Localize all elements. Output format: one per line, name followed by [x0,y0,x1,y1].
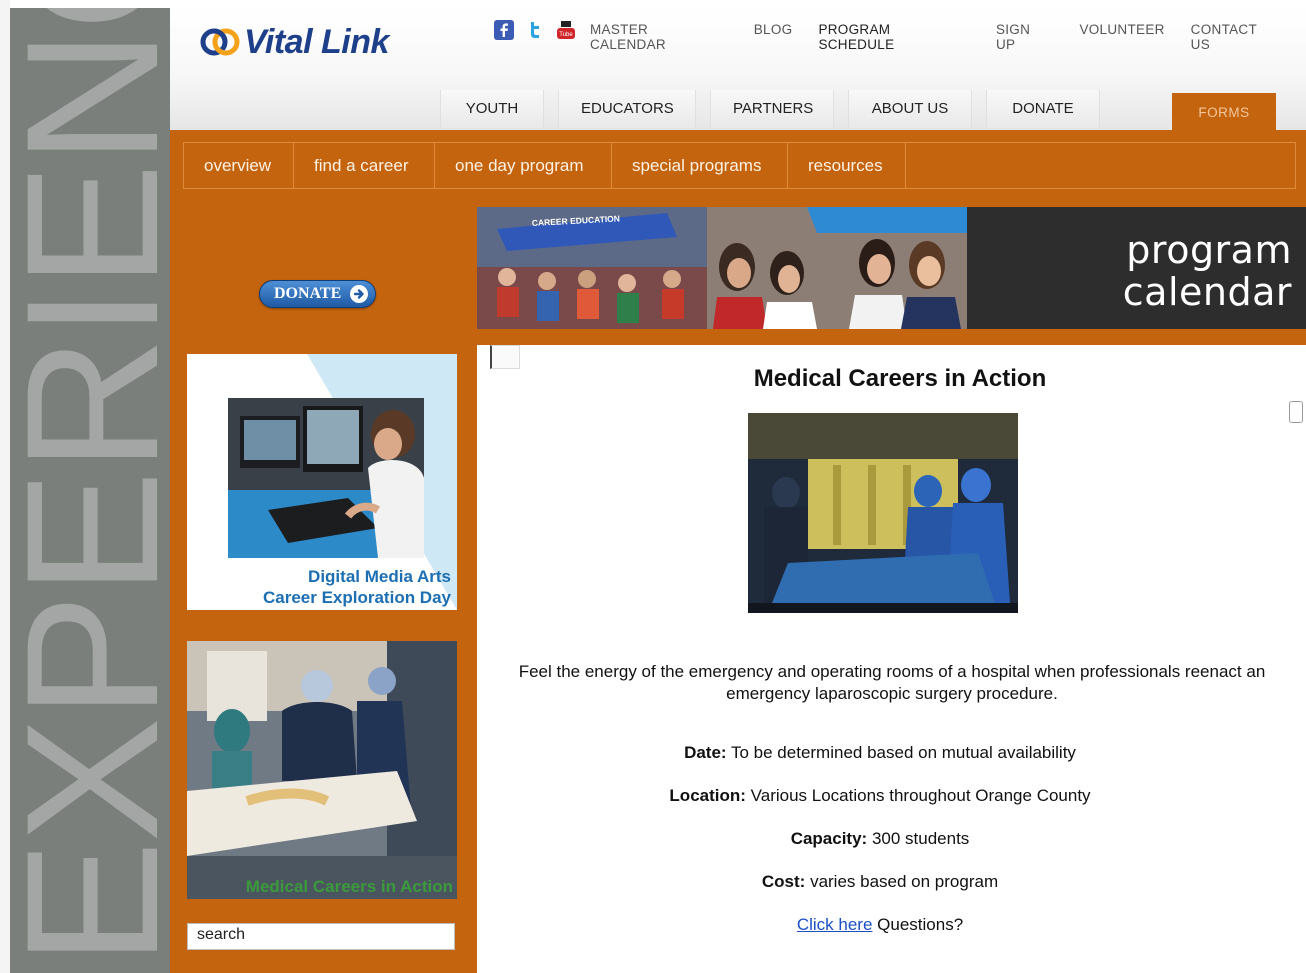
tab-educators[interactable]: EDUCATORS [558,90,696,128]
subnav-find-a-career[interactable]: find a career [294,143,435,188]
detail-cost: Cost: varies based on program [477,872,1283,892]
tab-donate[interactable]: DONATE [986,90,1100,128]
detail-cost-label: Cost: [761,872,806,891]
program-detail: Medical Careers in Action Feel the energ… [477,345,1306,973]
svg-text:Tube: Tube [559,32,573,38]
side-decorative-band: EXPERIENCE [10,8,170,973]
utility-link-program-schedule[interactable]: PROGRAM SCHEDULE [818,22,970,52]
promo-card-medical-careers[interactable]: Medical Careers in Action [187,641,457,899]
detail-location-value: Various Locations throughout Orange Coun… [750,786,1091,805]
donate-button-label: DONATE [274,285,342,302]
utility-link-sign-up[interactable]: SIGN UP [996,22,1054,52]
card1-caption-line2: Career Exploration Day [262,588,451,607]
tab-youth[interactable]: YOUTH [440,90,544,128]
questions-line: Click here Questions? [477,915,1283,935]
tab-partners[interactable]: PARTNERS [710,90,834,128]
logo-text: Vital Link [244,22,389,61]
medical-careers-photo [187,641,457,899]
main-tabs: YOUTH EDUCATORS PARTNERS ABOUT US DONATE [440,90,1114,128]
detail-location-label: Location: [669,786,746,805]
card1-caption-line1: Digital Media Arts [308,567,451,586]
subnav-overview[interactable]: overview [184,143,294,188]
detail-capacity: Capacity: 300 students [477,829,1283,849]
digital-media-photo [228,398,424,558]
page: EXPERIENCE Vital Link Tube [0,0,1306,973]
section-subnav: overview find a career one day program s… [183,142,1296,189]
facebook-icon[interactable] [494,20,514,40]
site-header: Vital Link Tube MASTER CALENDAR BLOG PRO… [170,8,1306,138]
social-links: Tube [494,20,576,40]
utility-nav: MASTER CALENDAR BLOG PROGRAM SCHEDULE SI… [590,22,1306,52]
banner-title-line1: program [1126,228,1292,272]
search-input[interactable]: search [187,923,455,950]
banner-title-line2: calendar [1122,270,1292,314]
promo-card-digital-media[interactable]: Digital Media Arts Career Exploration Da… [187,354,457,610]
click-here-link[interactable]: Click here [797,915,873,934]
card1-caption: Digital Media Arts Career Exploration Da… [263,566,451,608]
utility-link-master-calendar[interactable]: MASTER CALENDAR [590,22,728,52]
subnav-one-day-program[interactable]: one day program [435,143,612,188]
tab-about-us[interactable]: ABOUT US [848,90,972,128]
subnav-special-programs[interactable]: special programs [612,143,788,188]
detail-date: Date: To be determined based on mutual a… [477,743,1283,763]
youtube-icon[interactable]: Tube [556,20,576,40]
utility-link-volunteer[interactable]: VOLUNTEER [1079,22,1164,52]
detail-capacity-value: 300 students [871,829,970,848]
donate-button[interactable]: DONATE [259,280,376,308]
arrow-right-icon [350,285,368,303]
program-calendar-banner: CAREER EDUCATION program calendar [477,207,1306,329]
detail-cost-value: varies based on program [810,872,999,891]
program-description: Feel the energy of the emergency and ope… [518,662,1266,703]
detail-date-label: Date: [684,743,727,762]
page-edge [0,0,10,973]
subnav-resources[interactable]: resources [788,143,906,188]
utility-link-contact-us[interactable]: CONTACT US [1191,22,1280,52]
banner-title: program calendar [1123,229,1292,313]
detail-location: Location: Various Locations throughout O… [477,786,1283,806]
card2-caption: Medical Careers in Action [245,877,453,896]
banner-photo: CAREER EDUCATION [477,207,967,329]
side-vertical-word: EXPERIENCE [10,8,170,966]
utility-link-blog[interactable]: BLOG [754,22,793,52]
program-title: Medical Careers in Action [753,365,1047,392]
detail-date-value: To be determined based on mutual availab… [731,743,1076,762]
questions-text: Questions? [877,915,964,934]
scroll-handle-icon[interactable] [1289,401,1303,423]
site-logo[interactable]: Vital Link [198,22,389,62]
twitter-icon[interactable] [525,20,545,40]
program-photo [748,413,1018,613]
logo-mark-icon [198,24,242,60]
detail-capacity-label: Capacity: [790,829,868,848]
